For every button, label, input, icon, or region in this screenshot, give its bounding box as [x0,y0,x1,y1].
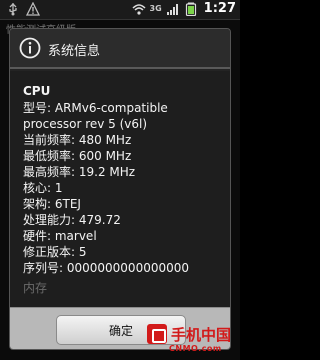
watermark: 手机中国 CNMO.com [147,322,239,358]
dialog-header: 系统信息 [10,29,230,69]
cpu-section-heading: CPU [23,84,51,98]
hardware-row: 硬件: marvel [23,229,97,243]
clock: 1:27 [203,1,236,16]
dialog-body: CPU 型号: ARMv6-compatible processor rev 5… [10,71,230,307]
dialog-title: 系统信息 [48,44,101,59]
cpu-model-row: 型号: ARMv6-compatible [23,101,168,115]
bogomips-row: 处理能力: 479.72 [23,213,121,227]
wifi-icon [131,3,146,15]
current-frequency-row: 当前频率: 480 MHz [23,133,132,147]
max-frequency-row: 最高频率: 19.2 MHz [23,165,136,179]
architecture-row: 架构: 6TEJ [23,197,81,211]
warning-icon [26,2,40,16]
network-type-label: 3G [149,3,162,13]
min-frequency-row: 最低频率: 600 MHz [23,149,132,163]
serial-row: 序列号: 0000000000000000 [23,261,190,275]
system-info-dialog: 系统信息 CPU 型号: ARMv6-compatible processor … [9,28,231,350]
cores-row: 核心: 1 [23,181,63,195]
watermark-text-en: CNMO.com [169,344,222,353]
info-icon [19,37,41,59]
faded-next-section: 内存 [23,281,48,295]
divider [0,19,240,20]
signal-icon [166,3,178,15]
cpu-model-row-cont: processor rev 5 (v6l) [23,117,148,131]
watermark-logo-icon [147,324,167,344]
battery-icon [185,2,196,16]
watermark-text-cn: 手机中国 [171,326,232,344]
status-bar: 3G 1:27 [0,0,240,19]
revision-row: 修正版本: 5 [23,245,87,259]
usb-icon [9,3,17,16]
